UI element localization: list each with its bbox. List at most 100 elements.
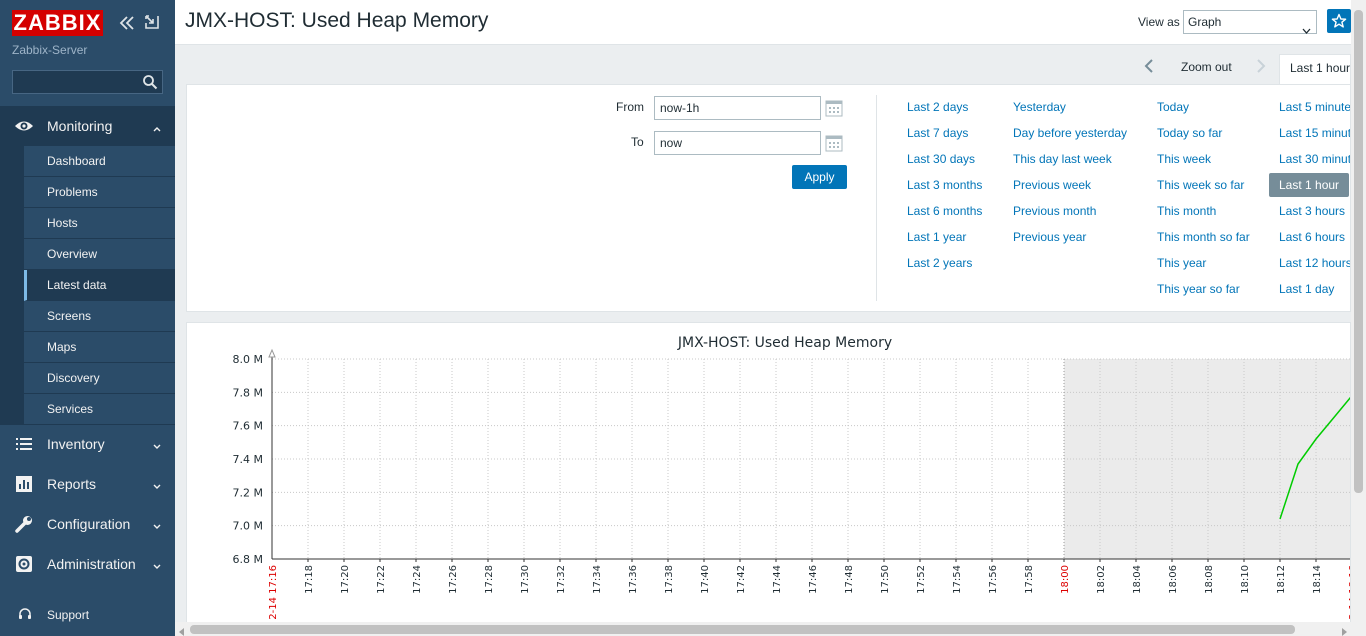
page-title: JMX-HOST: Used Heap Memory xyxy=(185,9,489,32)
x-tick-label: 18:14 xyxy=(1312,565,1323,594)
scrollbar-thumb[interactable] xyxy=(190,625,1295,634)
quick-range-day-before-yesterday[interactable]: Day before yesterday xyxy=(1013,126,1127,140)
x-tick-label: 17:30 xyxy=(520,565,531,594)
sidebar-item-screens[interactable]: Screens xyxy=(24,301,175,332)
sidebar-search-input[interactable] xyxy=(13,71,138,93)
chevron-right-icon[interactable] xyxy=(1255,59,1267,73)
zabbix-logo[interactable]: ZABBIX xyxy=(12,10,103,36)
menu-inventory[interactable]: Inventory xyxy=(0,424,175,464)
quick-range-this-month[interactable]: This month xyxy=(1157,204,1216,218)
horizontal-scrollbar[interactable] xyxy=(175,622,1351,636)
sidebar-item-overview[interactable]: Overview xyxy=(24,239,175,270)
support-link[interactable]: Support xyxy=(0,600,175,630)
quick-range-last-1-day[interactable]: Last 1 day xyxy=(1279,282,1334,296)
quick-range-last-6-hours[interactable]: Last 6 hours xyxy=(1279,230,1345,244)
y-tick-label: 6.8 M xyxy=(233,553,263,566)
chevron-down-icon xyxy=(152,519,162,529)
chevron-left-icon[interactable] xyxy=(1143,59,1155,73)
quick-range-last-1-year[interactable]: Last 1 year xyxy=(907,230,966,244)
from-input[interactable] xyxy=(654,96,821,120)
graph-panel: JMX-HOST: Used Heap Memory 6.8 M 7.0 M 7.2 … xyxy=(186,322,1351,624)
quick-range-previous-year[interactable]: Previous year xyxy=(1013,230,1086,244)
menu-administration[interactable]: Administration xyxy=(0,544,175,584)
scroll-left-icon[interactable] xyxy=(178,625,186,636)
monitoring-submenu: Dashboard Problems Hosts Overview Latest dat… xyxy=(0,146,175,425)
quick-range-last-3-hours[interactable]: Last 3 hours xyxy=(1279,204,1345,218)
menu-reports[interactable]: Reports xyxy=(0,464,175,504)
scroll-right-icon[interactable] xyxy=(1340,625,1348,636)
support-label: Support xyxy=(47,608,90,622)
sidebar-item-services[interactable]: Services xyxy=(24,394,175,425)
apply-button[interactable]: Apply xyxy=(792,165,847,189)
quick-range-previous-week[interactable]: Previous week xyxy=(1013,178,1091,192)
quick-range-this-week-so-far[interactable]: This week so far xyxy=(1157,178,1244,192)
x-tick-label: 17:56 xyxy=(988,565,999,594)
quick-range-this-week[interactable]: This week xyxy=(1157,152,1211,166)
list-icon xyxy=(14,434,34,454)
sidebar-item-problems[interactable]: Problems xyxy=(24,177,175,208)
quick-range-last-5-minutes[interactable]: Last 5 minutes xyxy=(1279,100,1350,114)
to-label: To xyxy=(631,135,644,149)
y-tick-label: 7.4 M xyxy=(233,453,263,466)
calendar-icon[interactable] xyxy=(825,134,843,152)
quick-range-last-1-hour[interactable]: Last 1 hour xyxy=(1269,173,1350,197)
x-tick-label: 17:20 xyxy=(340,565,351,594)
x-tick-label: 17:38 xyxy=(664,565,675,594)
view-as-select[interactable]: Graph xyxy=(1183,10,1317,34)
x-tick-label: 17:52 xyxy=(916,565,927,594)
quick-range-last-12-hours[interactable]: Last 12 hours xyxy=(1279,256,1350,270)
quick-range-yesterday[interactable]: Yesterday xyxy=(1013,100,1066,114)
kiosk-mode-icon[interactable] xyxy=(144,14,160,30)
sidebar: ZABBIX Zabbix-Server Monitoring Dashboar… xyxy=(0,0,175,636)
from-label: From xyxy=(616,100,644,114)
quick-range-today[interactable]: Today xyxy=(1157,100,1189,114)
x-tick-label: 17:24 xyxy=(412,565,423,594)
x-tick-label: 18:06 xyxy=(1168,565,1179,594)
quick-range-this-day-last-week[interactable]: This day last week xyxy=(1013,152,1112,166)
quick-range-last-15-minutes[interactable]: Last 15 minutes xyxy=(1279,126,1350,140)
y-tick-label: 7.6 M xyxy=(233,420,263,433)
to-input[interactable] xyxy=(654,131,821,155)
menu-reports-label: Reports xyxy=(47,476,97,492)
y-tick-label: 7.8 M xyxy=(233,386,263,399)
vertical-scrollbar[interactable] xyxy=(1351,0,1366,636)
heap-memory-graph[interactable]: JMX-HOST: Used Heap Memory 6.8 M 7.0 M 7.2 … xyxy=(187,323,1351,624)
quick-range-this-year-so-far[interactable]: This year so far xyxy=(1157,282,1240,296)
calendar-icon[interactable] xyxy=(825,99,843,117)
quick-range-previous-month[interactable]: Previous month xyxy=(1013,204,1096,218)
headset-icon xyxy=(18,607,32,621)
tab-time-filter[interactable]: Last 1 hour xyxy=(1279,54,1351,84)
add-to-favorites-button[interactable] xyxy=(1327,9,1351,33)
sidebar-item-dashboard[interactable]: Dashboard xyxy=(24,146,175,177)
sidebar-search[interactable] xyxy=(12,70,163,94)
sidebar-item-discovery[interactable]: Discovery xyxy=(24,363,175,394)
quick-range-last-30-minutes[interactable]: Last 30 minutes xyxy=(1279,152,1350,166)
x-tick-label: 17:18 xyxy=(304,565,315,594)
quick-range-last-2-days[interactable]: Last 2 days xyxy=(907,100,968,114)
quick-range-this-month-so-far[interactable]: This month so far xyxy=(1157,230,1250,244)
menu-configuration[interactable]: Configuration xyxy=(0,504,175,544)
collapse-sidebar-icon[interactable] xyxy=(118,14,136,32)
menu-monitoring[interactable]: Monitoring xyxy=(0,106,175,146)
zoom-out-button[interactable]: Zoom out xyxy=(1181,60,1232,74)
search-icon[interactable] xyxy=(142,74,158,90)
x-tick-label: 18:10 xyxy=(1240,565,1251,594)
quick-range-last-2-years[interactable]: Last 2 years xyxy=(907,256,972,270)
chevron-down-icon xyxy=(152,439,162,449)
quick-range-last-3-months[interactable]: Last 3 months xyxy=(907,178,982,192)
x-tick-label: 17:50 xyxy=(880,565,891,594)
sidebar-item-maps[interactable]: Maps xyxy=(24,332,175,363)
quick-range-today-so-far[interactable]: Today so far xyxy=(1157,126,1222,140)
sidebar-item-hosts[interactable]: Hosts xyxy=(24,208,175,239)
y-axis-arrow xyxy=(268,348,276,358)
x-tick-label: 18:00 xyxy=(1060,565,1071,594)
quick-range-last-7-days[interactable]: Last 7 days xyxy=(907,126,968,140)
x-tick-label: 18:02 xyxy=(1096,565,1107,594)
quick-range-last-6-months[interactable]: Last 6 months xyxy=(907,204,982,218)
server-name: Zabbix-Server xyxy=(12,43,88,57)
scrollbar-thumb[interactable] xyxy=(1354,10,1363,493)
quick-range-this-year[interactable]: This year xyxy=(1157,256,1206,270)
sidebar-item-latest-data[interactable]: Latest data xyxy=(24,270,175,301)
star-icon xyxy=(1331,13,1347,28)
quick-range-last-30-days[interactable]: Last 30 days xyxy=(907,152,975,166)
